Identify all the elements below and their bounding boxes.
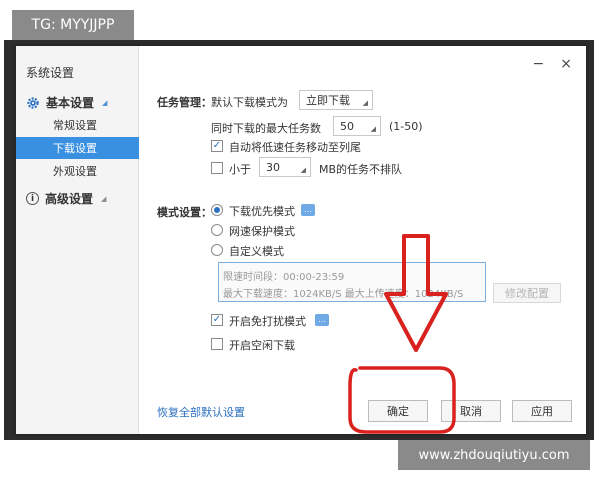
default-mode-label: 默认下载模式为 — [211, 96, 288, 109]
mode-option-label: 网速保护模式 — [229, 225, 295, 238]
max-tasks-range: (1-50) — [389, 120, 423, 133]
task-section-label: 任务管理： — [157, 96, 212, 109]
auto-move-checkbox[interactable]: ✓ — [211, 140, 223, 152]
gear-icon — [27, 96, 39, 109]
mode-radio-priority[interactable] — [211, 204, 223, 216]
mode-section-label: 模式设置： — [157, 206, 212, 219]
info-icon: i — [26, 192, 39, 205]
ok-button[interactable]: 确定 — [368, 400, 428, 422]
sidebar-group-advanced-label: 高级设置 — [45, 192, 94, 206]
dropdown-icon: ◢ — [362, 99, 368, 107]
max-tasks-value: 50 — [340, 119, 354, 133]
max-tasks-select[interactable]: 50 ◢ — [333, 116, 381, 136]
queue-size-select[interactable]: 30 ◢ — [259, 157, 311, 177]
sidebar: 系统设置 基本设置 ◢ 常规设置 下载设置 外观设置 i 高级设置 ◢ — [16, 46, 139, 434]
dropdown-icon: ◢ — [300, 166, 306, 174]
site-watermark: www.zhdouqiutiyu.com — [398, 440, 590, 470]
sidebar-item-label: 下载设置 — [53, 142, 97, 155]
custom-mode-schedule: 限速时间段：00:00-23:59 最大下载速度：1024KB/S 最大上传速度… — [218, 262, 486, 302]
schedule-speed-text: 最大下载速度：1024KB/S 最大上传速度：1024KB/S — [223, 289, 464, 300]
sidebar-item-appearance[interactable]: 外观设置 — [16, 160, 139, 182]
sidebar-item-download[interactable]: 下载设置 — [16, 137, 139, 159]
caret-icon: ◢ — [102, 98, 108, 107]
settings-window: 系统设置 基本设置 ◢ 常规设置 下载设置 外观设置 i 高级设置 ◢ − × — [16, 46, 586, 434]
max-tasks-label: 同时下载的最大任务数 — [211, 122, 321, 135]
sidebar-item-label: 外观设置 — [53, 165, 97, 178]
sidebar-group-advanced[interactable]: i 高级设置 ◢ — [26, 190, 106, 207]
window-title: 系统设置 — [26, 66, 75, 80]
auto-move-label: 自动将低速任务移动至列尾 — [229, 141, 361, 154]
default-mode-value: 立即下载 — [306, 94, 350, 107]
idle-download-checkbox[interactable] — [211, 338, 223, 350]
dropdown-icon: ◢ — [370, 125, 376, 133]
less-than-suffix: MB的任务不排队 — [319, 163, 403, 176]
mode-option-label: 自定义模式 — [229, 245, 284, 258]
sidebar-item-label: 常规设置 — [53, 119, 97, 132]
caret-icon: ◢ — [101, 194, 107, 203]
queue-size-checkbox[interactable] — [211, 162, 223, 174]
cancel-button[interactable]: 取消 — [441, 400, 501, 422]
mode-option-label: 下载优先模式 — [229, 205, 295, 218]
idle-download-label: 开启空闲下载 — [229, 339, 295, 352]
apply-button[interactable]: 应用 — [512, 400, 572, 422]
download-settings-panel: 任务管理： 默认下载模式为 立即下载 ◢ 同时下载的最大任务数 50 ◢ (1-… — [139, 46, 586, 434]
default-mode-select[interactable]: 立即下载 ◢ — [299, 90, 373, 110]
queue-size-value: 30 — [266, 160, 280, 174]
help-bubble-icon[interactable]: … — [301, 204, 315, 216]
restore-defaults-link[interactable]: 恢复全部默认设置 — [157, 404, 245, 420]
modify-config-button[interactable]: 修改配置 — [493, 283, 561, 303]
help-bubble-icon[interactable]: … — [315, 314, 329, 326]
mode-radio-protect[interactable] — [211, 224, 223, 236]
sidebar-item-general[interactable]: 常规设置 — [16, 114, 139, 136]
no-disturb-checkbox[interactable]: ✓ — [211, 314, 223, 326]
sidebar-group-basic-label: 基本设置 — [46, 96, 95, 110]
sidebar-group-basic[interactable]: 基本设置 ◢ — [26, 94, 107, 111]
less-than-label: 小于 — [229, 163, 251, 176]
mode-radio-custom[interactable] — [211, 244, 223, 256]
schedule-time-text: 限速时间段：00:00-23:59 — [223, 272, 345, 283]
telegram-tag-overlay: TG: MYYJJPP — [12, 10, 134, 40]
no-disturb-label: 开启免打扰模式 — [229, 315, 306, 328]
